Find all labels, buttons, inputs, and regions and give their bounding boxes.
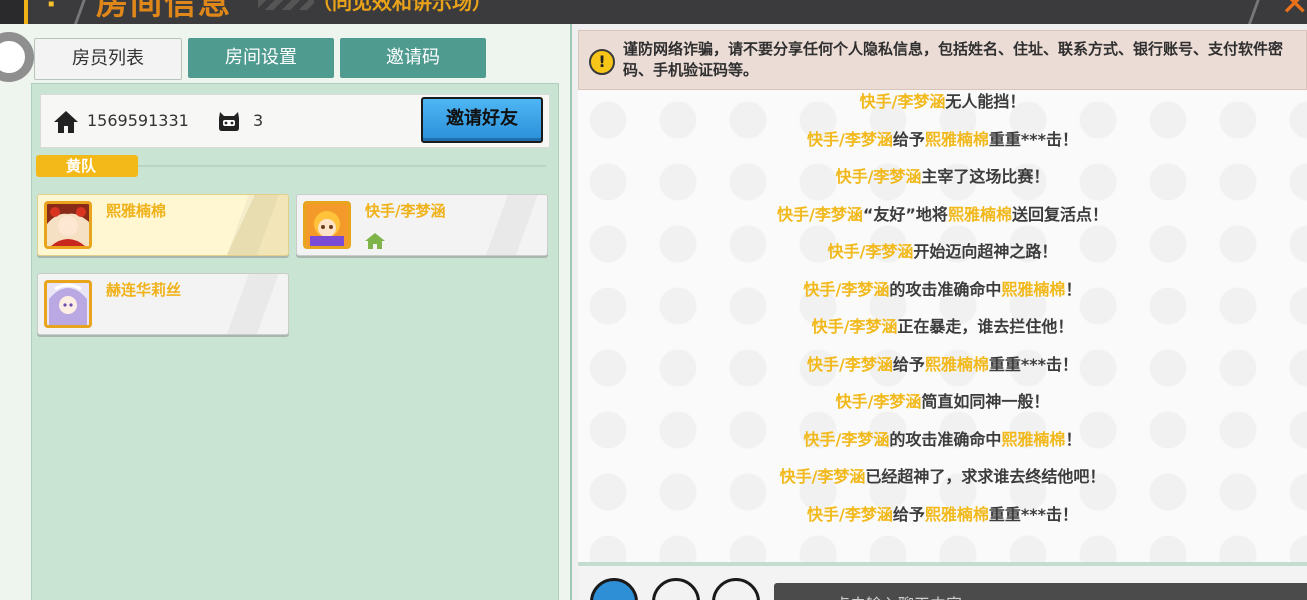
chat-message: 快手/李梦涵正在暴走，谁去拦住他！ xyxy=(578,313,1307,337)
chat-player-name: 熙雅楠棉 xyxy=(1001,279,1066,299)
chat-message: 快手/李梦涵主宰了这场比赛！ xyxy=(578,163,1307,187)
chat-message-text: 已经超神了，求求谁去终结他吧！ xyxy=(865,467,1106,486)
chat-player-name: 熙雅楠棉 xyxy=(924,129,989,149)
chat-message-text: 给予 xyxy=(892,129,925,149)
chat-player-name: 快手/李梦涵 xyxy=(777,204,863,224)
chat-message-text: 送回复活点！ xyxy=(1011,204,1108,224)
chat-player-name: 快手/李梦涵 xyxy=(811,317,898,336)
chat-message-text: “友好”地将 xyxy=(862,204,948,224)
chat-message-text: 开始迈向超神之路！ xyxy=(913,242,1058,261)
chat-player-name: 快手/李梦涵 xyxy=(827,242,914,261)
avatar-image xyxy=(306,204,348,246)
room-info-bar: 1569591331 3 邀请好友 xyxy=(40,94,550,148)
chat-player-name: 快手/李梦涵 xyxy=(835,392,922,411)
chat-message: 快手/李梦涵给予熙雅楠棉重重***击！ xyxy=(578,351,1307,375)
team-divider xyxy=(138,165,546,167)
chat-player-name: 熙雅楠棉 xyxy=(924,354,989,374)
page-title: 房间信息 xyxy=(96,0,233,22)
chat-player-name: 熙雅楠棉 xyxy=(1001,429,1066,449)
player-name: 赫连华莉丝 xyxy=(106,281,182,299)
chat-message-text: 无人能挡！ xyxy=(945,92,1026,111)
avatar xyxy=(303,201,351,249)
chat-message: 快手/李梦涵无人能挡！ xyxy=(578,90,1307,112)
card-stripe-decoration xyxy=(219,195,283,255)
player-count: 3 xyxy=(253,111,264,130)
member-panel: 房员列表 房间设置 邀请码 1569591331 3 邀请好友 黄队 熙雅楠棉 … xyxy=(0,24,570,600)
chat-message-text: 简直如同神一般！ xyxy=(921,392,1050,411)
chat-message-text: 正在暴走，谁去拦住他！ xyxy=(897,317,1074,336)
chat-player-name: 快手/李梦涵 xyxy=(803,429,890,449)
team-label: 黄队 xyxy=(36,155,138,177)
player-card[interactable]: 熙雅楠棉 xyxy=(37,194,289,256)
warning-icon: ! xyxy=(589,49,615,75)
card-stripe-decoration xyxy=(478,195,542,255)
player-card[interactable]: 快手/李梦涵 xyxy=(296,194,548,256)
chat-message: 快手/李梦涵的攻击准确命中熙雅楠棉！ xyxy=(578,426,1307,450)
tab-member-list[interactable]: 房员列表 xyxy=(34,38,182,80)
tab-invite-code[interactable]: 邀请码 xyxy=(340,38,486,78)
card-stripe-decoration xyxy=(219,274,283,334)
safety-notice-text: 谨防网络诈骗，请不要分享任何个人隐私信息，包括姓名、住址、联系方式、银行账号、支… xyxy=(623,40,1284,79)
chat-message-text: 重重***击！ xyxy=(988,129,1078,149)
title-stripe-decoration xyxy=(258,0,314,10)
chat-message-text: 重重***击！ xyxy=(988,504,1078,524)
chat-message-text: 给予 xyxy=(892,354,925,374)
title-bar-left-strip xyxy=(0,0,24,24)
avatar xyxy=(44,201,92,249)
title-bar: ? 房间信息 （同见效和讲示场） ✕ xyxy=(0,0,1307,24)
avatar xyxy=(44,280,92,328)
chat-input[interactable]: 点击输入聊天内容 xyxy=(774,583,1307,600)
close-icon[interactable]: ✕ xyxy=(1281,0,1307,24)
chat-channel-button[interactable] xyxy=(590,578,638,600)
chat-message: 快手/李梦涵给予熙雅楠棉重重***击！ xyxy=(578,501,1307,525)
host-icon xyxy=(365,233,385,249)
chat-message-text: 主宰了这场比赛！ xyxy=(921,167,1050,186)
chat-message-text: 重重***击！ xyxy=(988,354,1078,374)
team-header: 黄队 xyxy=(36,155,546,177)
chat-message-text: 的攻击准确命中 xyxy=(889,429,1002,449)
chat-player-name: 快手/李梦涵 xyxy=(807,504,893,524)
chat-message-text: 的攻击准确命中 xyxy=(889,279,1002,299)
chat-player-name: 熙雅楠棉 xyxy=(947,204,1012,224)
chat-player-name: 快手/李梦涵 xyxy=(859,92,946,111)
player-card[interactable]: 赫连华莉丝 xyxy=(37,273,289,335)
chat-message: 快手/李梦涵“友好”地将熙雅楠棉送回复活点！ xyxy=(578,201,1307,225)
avatar-image xyxy=(47,204,89,246)
chat-message-text: ！ xyxy=(1065,279,1082,299)
player-name: 熙雅楠棉 xyxy=(106,202,167,220)
chat-log[interactable]: 快手/李梦涵无人能挡！ 快手/李梦涵给予熙雅楠棉重重***击！ 快手/李梦涵主宰了这… xyxy=(578,90,1307,562)
page-subtitle: （同见效和讲示场） xyxy=(312,0,492,14)
chat-message: 快手/李梦涵给予熙雅楠棉重重***击！ xyxy=(578,126,1307,150)
quick-message-button[interactable] xyxy=(712,578,760,600)
close-divider xyxy=(1245,0,1262,24)
player-name: 快手/李梦涵 xyxy=(365,202,446,220)
chat-player-name: 快手/李梦涵 xyxy=(835,167,922,186)
chat-player-name: 快手/李梦涵 xyxy=(779,467,866,486)
home-icon xyxy=(54,111,78,133)
chat-message: 快手/李梦涵的攻击准确命中熙雅楠棉！ xyxy=(578,276,1307,300)
chat-player-name: 快手/李梦涵 xyxy=(807,129,893,149)
help-icon[interactable]: ? xyxy=(44,0,60,13)
invite-friends-button[interactable]: 邀请好友 xyxy=(421,97,543,143)
chat-panel: ! 谨防网络诈骗，请不要分享任何个人隐私信息，包括姓名、住址、联系方式、银行账号… xyxy=(572,24,1307,600)
avatar-image xyxy=(47,283,89,325)
tab-room-settings[interactable]: 房间设置 xyxy=(188,38,334,78)
chat-message-text: ！ xyxy=(1065,429,1082,449)
chat-player-name: 快手/李梦涵 xyxy=(807,354,893,374)
member-list-area: 1569591331 3 邀请好友 黄队 熙雅楠棉 快手/李梦涵 赫连华莉丝 xyxy=(31,83,559,600)
chat-message: 快手/李梦涵已经超神了，求求谁去终结他吧！ xyxy=(578,463,1307,487)
emoji-button[interactable] xyxy=(652,578,700,600)
chat-input-bar: 点击输入聊天内容 xyxy=(578,566,1307,600)
chat-message: 快手/李梦涵简直如同神一般！ xyxy=(578,388,1307,412)
side-toggle-button[interactable] xyxy=(0,32,34,82)
room-id: 1569591331 xyxy=(87,111,189,130)
title-divider xyxy=(71,0,88,24)
title-bar-accent xyxy=(24,0,28,24)
safety-notice: ! 谨防网络诈骗，请不要分享任何个人隐私信息，包括姓名、住址、联系方式、银行账号… xyxy=(578,30,1307,90)
chat-message: 快手/李梦涵开始迈向超神之路！ xyxy=(578,238,1307,262)
player-count-icon xyxy=(219,112,239,131)
chat-player-name: 快手/李梦涵 xyxy=(803,279,890,299)
chat-player-name: 熙雅楠棉 xyxy=(924,504,989,524)
chat-message-text: 给予 xyxy=(892,504,925,524)
